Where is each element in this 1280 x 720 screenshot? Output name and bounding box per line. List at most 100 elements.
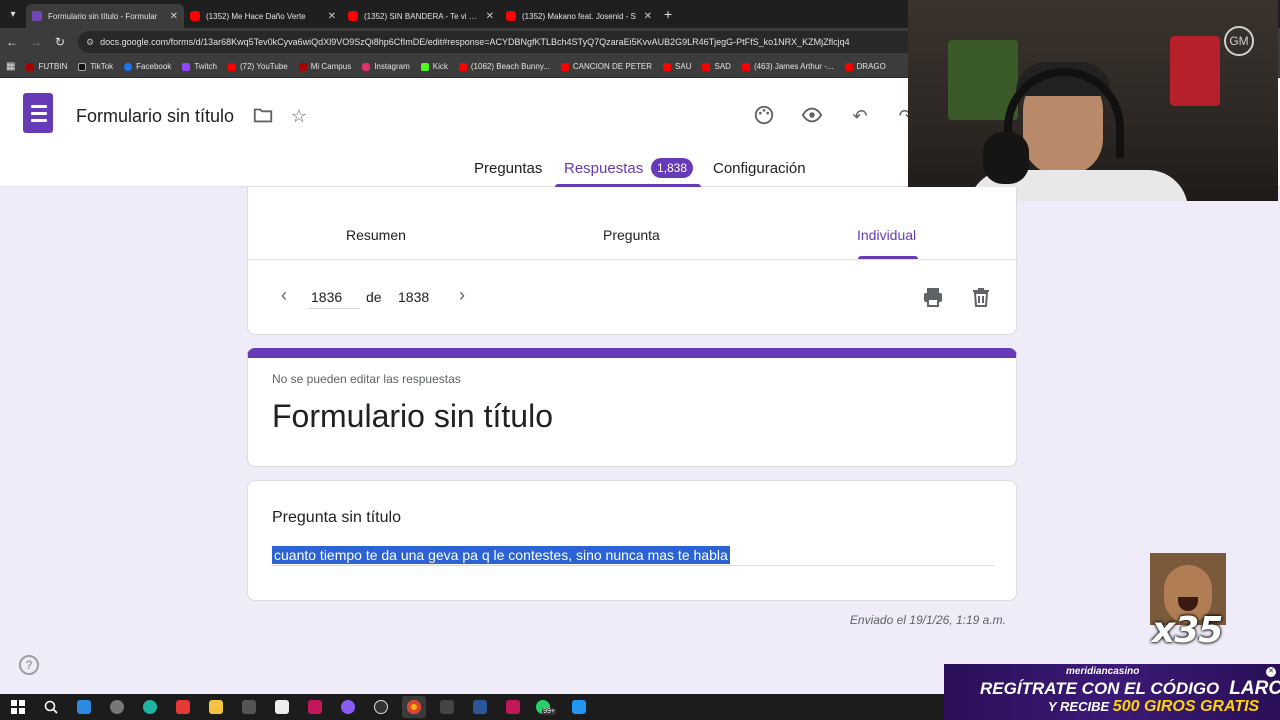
bookmark-label: (463) James Arthur -... <box>753 62 834 71</box>
close-tab-icon[interactable]: ✕ <box>486 11 494 22</box>
paint-icon[interactable] <box>270 696 294 718</box>
microphone <box>983 132 1029 184</box>
form-title-card: No se pueden editar las respuestas Formu… <box>247 348 1017 467</box>
forms-icon <box>32 11 42 21</box>
store-icon[interactable] <box>72 696 96 718</box>
bookmark-label: Facebook <box>136 62 172 71</box>
previous-response-icon[interactable]: ‹ <box>274 285 294 306</box>
app-icon[interactable] <box>237 696 261 718</box>
browser-tab[interactable]: (1352) SIN BANDERA - Te vi ven ✕ <box>342 4 500 28</box>
obs-app-icon[interactable] <box>303 696 327 718</box>
banner-code: LARCPLAY <box>1229 678 1280 699</box>
palette-icon[interactable] <box>752 104 776 128</box>
bookmark-item[interactable]: (72) YouTube <box>227 62 288 71</box>
bookmark-favicon-icon <box>741 62 750 71</box>
bookmark-item[interactable]: FUTBIN <box>26 62 67 71</box>
subtab-question[interactable]: Pregunta <box>603 227 660 243</box>
question-card: Pregunta sin título cuanto tiempo te da … <box>247 480 1017 601</box>
no-edit-notice: No se pueden editar las respuestas <box>272 372 461 386</box>
bookmark-item[interactable]: Twitch <box>182 62 217 71</box>
help-icon[interactable]: ? <box>19 655 39 675</box>
tab-responses[interactable]: Respuestas <box>564 160 643 177</box>
bookmark-favicon-icon <box>124 62 133 71</box>
tab-settings[interactable]: Configuración <box>713 160 806 177</box>
banner-line-2: Y RECIBE 500 GIROS GRATIS <box>1048 698 1260 715</box>
close-tab-icon[interactable]: ✕ <box>170 11 178 22</box>
photos-icon[interactable] <box>567 696 591 718</box>
responses-nav-card: Resumen Pregunta Individual ‹ de 1838 › <box>247 187 1018 335</box>
preview-eye-icon[interactable] <box>800 104 824 128</box>
bookmark-favicon-icon <box>458 62 467 71</box>
tab-questions[interactable]: Preguntas <box>474 160 542 177</box>
settings-app-icon[interactable] <box>105 696 129 718</box>
banner-close-icon[interactable]: ✕ <box>1266 667 1276 677</box>
forward-icon[interactable]: → <box>24 35 48 49</box>
new-tab-button[interactable]: + <box>664 6 672 22</box>
star-icon[interactable]: ☆ <box>287 104 311 128</box>
apps-grid-icon[interactable]: ▦ <box>6 61 15 72</box>
bookmark-item[interactable]: Kick <box>420 62 448 71</box>
back-icon[interactable]: ← <box>0 35 24 49</box>
bookmark-label: Twitch <box>194 62 217 71</box>
bookmark-item[interactable]: CANCION DE PETER <box>560 62 652 71</box>
word-icon[interactable] <box>468 696 492 718</box>
subtab-individual[interactable]: Individual <box>857 227 916 243</box>
bookmark-favicon-icon <box>362 62 371 71</box>
calculator-icon[interactable] <box>435 696 459 718</box>
bookmark-item[interactable]: TikTok <box>78 62 113 71</box>
response-number-input[interactable] <box>308 285 360 309</box>
close-tab-icon[interactable]: ✕ <box>644 11 652 22</box>
edge-icon[interactable] <box>138 696 162 718</box>
bookmark-item[interactable]: DRAGO <box>844 62 886 71</box>
form-heading: Formulario sin título <box>272 398 553 434</box>
print-icon[interactable] <box>921 285 945 309</box>
file-explorer-icon[interactable] <box>204 696 228 718</box>
bookmark-item[interactable]: Mi Campus <box>298 62 351 71</box>
browser-tab[interactable]: Formulario sin título - Formular ✕ <box>26 4 184 28</box>
reload-icon[interactable]: ↻ <box>48 35 72 49</box>
tab-search-icon[interactable]: ▾ <box>0 0 26 28</box>
chrome-icon[interactable] <box>402 696 426 718</box>
whatsapp-icon[interactable]: 99+ <box>534 696 558 718</box>
streamlabs-icon[interactable] <box>501 696 525 718</box>
bookmark-label: Kick <box>432 62 448 71</box>
browser-tab[interactable]: (1352) Makano feat. Josenid - S ✕ <box>500 4 658 28</box>
bookmark-favicon-icon <box>420 62 429 71</box>
youtube-icon <box>506 11 516 21</box>
anydesk-icon[interactable] <box>171 696 195 718</box>
submitted-timestamp: Enviado el 19/1/26, 1:19 a.m. <box>849 613 1006 627</box>
google-forms-logo-icon[interactable] <box>23 93 53 133</box>
site-info-icon[interactable]: ⚙ <box>86 37 94 48</box>
bookmark-item[interactable]: SAD <box>702 62 731 71</box>
undo-icon[interactable]: ↶ <box>848 104 872 128</box>
form-title[interactable]: Formulario sin título <box>76 106 234 127</box>
close-tab-icon[interactable]: ✕ <box>328 11 336 22</box>
bookmark-favicon-icon <box>26 62 35 71</box>
next-response-icon[interactable]: › <box>452 285 472 306</box>
folder-icon[interactable] <box>251 104 275 128</box>
url-text[interactable]: docs.google.com/forms/d/13ar68Kwq5Tev0kC… <box>100 37 850 47</box>
bookmark-item[interactable]: (463) James Arthur -... <box>741 62 834 71</box>
bookmark-favicon-icon <box>182 62 191 71</box>
bookmark-item[interactable]: (1062) Beach Bunny... <box>458 62 550 71</box>
obs-icon[interactable] <box>369 696 393 718</box>
start-icon[interactable] <box>6 696 30 718</box>
discord-icon[interactable] <box>336 696 360 718</box>
delete-icon[interactable] <box>969 285 993 309</box>
sponsor-banner: meridiancasino ✕ REGÍTRATE CON EL CÓDIGO… <box>944 664 1280 720</box>
pager-of-label: de <box>366 289 382 305</box>
youtube-icon <box>348 11 358 21</box>
subtab-summary[interactable]: Resumen <box>346 227 406 243</box>
bookmark-item[interactable]: SAU <box>663 62 691 71</box>
windows-taskbar: 99+ <box>0 694 944 720</box>
question-title: Pregunta sin título <box>272 509 401 526</box>
bookmark-item[interactable]: Instagram <box>362 62 410 71</box>
divider <box>248 259 1018 260</box>
browser-tab[interactable]: (1352) Me Hace Daño Verte ✕ <box>184 4 342 28</box>
answer-text[interactable]: cuanto tiempo te da una geva pa q le con… <box>272 546 730 564</box>
bookmark-favicon-icon <box>844 62 853 71</box>
search-icon[interactable] <box>39 696 63 718</box>
bookmark-favicon-icon <box>227 62 236 71</box>
bookmark-label: SAU <box>675 62 692 71</box>
bookmark-item[interactable]: Facebook <box>124 62 171 71</box>
